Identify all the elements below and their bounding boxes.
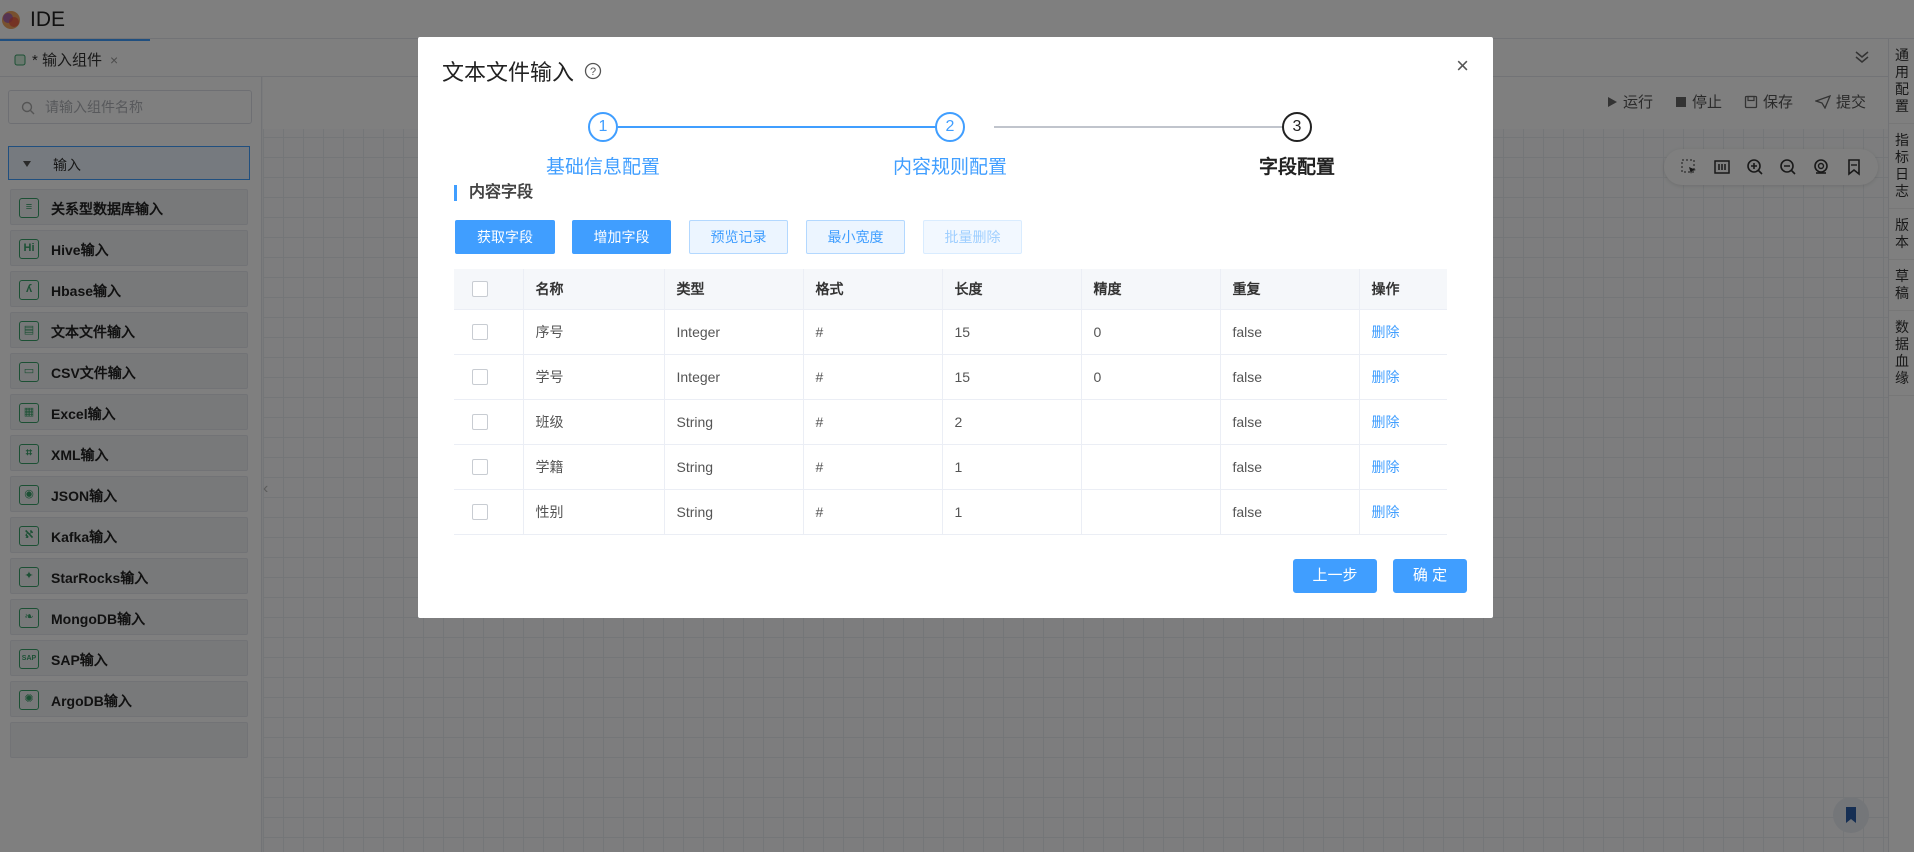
header-select-all — [454, 269, 524, 310]
cell-precision[interactable] — [1081, 489, 1221, 535]
cell-type[interactable]: Integer — [664, 309, 804, 355]
delete-link[interactable]: 删除 — [1372, 504, 1400, 520]
batch-delete-button[interactable]: 批量删除 — [923, 220, 1022, 254]
step-1-circle[interactable]: 1 — [588, 112, 618, 142]
cell-action: 删除 — [1359, 489, 1447, 535]
cell-action: 删除 — [1359, 354, 1447, 400]
step-2-circle[interactable]: 2 — [935, 112, 965, 142]
step-3-circle[interactable]: 3 — [1282, 112, 1312, 142]
cell-length[interactable]: 15 — [942, 309, 1082, 355]
row-select-cell — [454, 444, 524, 490]
header-repeat: 重复 — [1220, 269, 1360, 310]
step-1-label: 基础信息配置 — [545, 157, 660, 178]
step-connector-pending — [994, 126, 1310, 128]
cell-action: 删除 — [1359, 399, 1447, 445]
cell-length[interactable]: 2 — [942, 399, 1082, 445]
cell-repeat[interactable]: false — [1220, 309, 1360, 355]
step-2-label: 内容规则配置 — [892, 157, 1007, 178]
previous-step-button[interactable]: 上一步 — [1293, 559, 1377, 593]
cell-type[interactable]: String — [664, 399, 804, 445]
header-length: 长度 — [942, 269, 1082, 310]
fetch-fields-button[interactable]: 获取字段 — [455, 220, 555, 254]
close-icon[interactable]: × — [1456, 53, 1469, 79]
svg-text:?: ? — [590, 66, 596, 78]
cell-length[interactable]: 1 — [942, 489, 1082, 535]
cell-action: 删除 — [1359, 444, 1447, 490]
confirm-button[interactable]: 确 定 — [1393, 559, 1467, 593]
text-file-input-dialog: 文本文件输入 ? × 1 2 3 基础信息配置 内容规则配置 字段配置 内容字段… — [418, 37, 1493, 618]
delete-link[interactable]: 删除 — [1372, 414, 1400, 430]
table-header-row: 名称 类型 格式 长度 精度 重复 操作 — [454, 269, 1447, 310]
table-row: 班级 String # 2 false 删除 — [454, 399, 1447, 445]
cell-repeat[interactable]: false — [1220, 489, 1360, 535]
cell-action: 删除 — [1359, 309, 1447, 355]
header-action: 操作 — [1359, 269, 1447, 310]
cell-name[interactable]: 班级 — [523, 399, 665, 445]
cell-type[interactable]: String — [664, 489, 804, 535]
cell-precision[interactable]: 0 — [1081, 309, 1221, 355]
cell-format[interactable]: # — [803, 399, 943, 445]
delete-link[interactable]: 删除 — [1372, 459, 1400, 475]
row-checkbox[interactable] — [472, 414, 488, 431]
cell-name[interactable]: 序号 — [523, 309, 665, 355]
delete-link[interactable]: 删除 — [1372, 324, 1400, 340]
header-format: 格式 — [803, 269, 943, 310]
fields-table: 名称 类型 格式 长度 精度 重复 操作 序号 Integer # 15 0 f… — [454, 269, 1447, 535]
header-type: 类型 — [664, 269, 804, 310]
step-3-label: 字段配置 — [1258, 157, 1335, 178]
cell-type[interactable]: Integer — [664, 354, 804, 400]
section-title: 内容字段 — [454, 185, 533, 201]
add-field-button[interactable]: 增加字段 — [572, 220, 671, 254]
cell-name[interactable]: 学籍 — [523, 444, 665, 490]
header-name: 名称 — [523, 269, 665, 310]
cell-name[interactable]: 性别 — [523, 489, 665, 535]
step-connector-done — [618, 126, 964, 128]
cell-precision[interactable] — [1081, 399, 1221, 445]
help-circle-icon[interactable]: ? — [584, 62, 602, 80]
preview-records-button[interactable]: 预览记录 — [689, 220, 788, 254]
table-row: 学籍 String # 1 false 删除 — [454, 444, 1447, 490]
row-checkbox[interactable] — [472, 324, 488, 341]
cell-format[interactable]: # — [803, 444, 943, 490]
delete-link[interactable]: 删除 — [1372, 369, 1400, 385]
cell-repeat[interactable]: false — [1220, 444, 1360, 490]
table-row: 序号 Integer # 15 0 false 删除 — [454, 309, 1447, 355]
cell-repeat[interactable]: false — [1220, 354, 1360, 400]
table-row: 学号 Integer # 15 0 false 删除 — [454, 354, 1447, 400]
select-all-checkbox[interactable] — [472, 281, 488, 298]
row-select-cell — [454, 309, 524, 355]
cell-length[interactable]: 15 — [942, 354, 1082, 400]
cell-format[interactable]: # — [803, 309, 943, 355]
cell-length[interactable]: 1 — [942, 444, 1082, 490]
row-checkbox[interactable] — [472, 369, 488, 386]
row-select-cell — [454, 489, 524, 535]
cell-format[interactable]: # — [803, 354, 943, 400]
cell-precision[interactable] — [1081, 444, 1221, 490]
row-select-cell — [454, 354, 524, 400]
cell-precision[interactable]: 0 — [1081, 354, 1221, 400]
row-checkbox[interactable] — [472, 459, 488, 476]
cell-format[interactable]: # — [803, 489, 943, 535]
table-row: 性别 String # 1 false 删除 — [454, 489, 1447, 535]
row-checkbox[interactable] — [472, 504, 488, 521]
cell-repeat[interactable]: false — [1220, 399, 1360, 445]
cell-name[interactable]: 学号 — [523, 354, 665, 400]
header-precision: 精度 — [1081, 269, 1221, 310]
cell-type[interactable]: String — [664, 444, 804, 490]
row-select-cell — [454, 399, 524, 445]
dialog-title: 文本文件输入 — [442, 60, 575, 85]
min-width-button[interactable]: 最小宽度 — [806, 220, 905, 254]
